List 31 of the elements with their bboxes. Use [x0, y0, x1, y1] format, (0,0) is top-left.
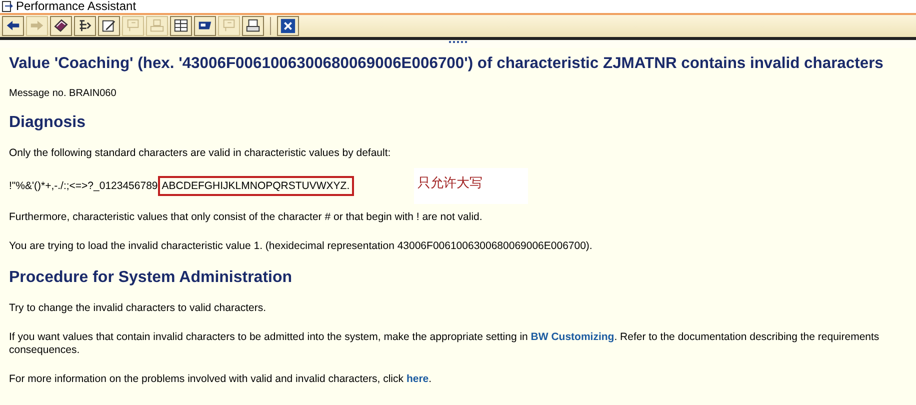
resize-grip-icon[interactable] — [448, 40, 468, 44]
paragraph: Only the following standard characters are valid in characteristic values by default: — [9, 147, 392, 160]
paragraph: For more information on the problems involved with valid and invalid characters, click here. — [9, 373, 433, 386]
table-icon — [173, 18, 189, 34]
highlighted-characters: ABCDEFGHIJKLMNOPQRSTUVWXYZ. — [158, 176, 354, 196]
stamp-icon — [149, 18, 165, 34]
tree-structure-button[interactable] — [74, 16, 96, 36]
character-list: !"%&'()*+,-./:;<=>?_0123456789 — [9, 180, 158, 192]
pencil-icon — [101, 18, 117, 34]
print-icon — [245, 18, 261, 34]
window-title: Performance Assistant — [16, 0, 136, 13]
message-number: Message no. BRAIN060 — [9, 88, 118, 99]
link[interactable]: BW Customizing — [530, 331, 614, 343]
close-button[interactable] — [277, 16, 299, 36]
table-button[interactable] — [170, 16, 192, 36]
pencil-button[interactable] — [98, 16, 120, 36]
paragraph: You are trying to load the invalid characteristic value 1. (hexidecimal representation 43006F0061006300680069006E006700). — [9, 240, 594, 253]
message-title: Value 'Coaching' (hex. '43006F0061006300680069006E006700') of characteristic ZJMATNR contains invalid characters — [9, 54, 884, 74]
back-arrow-button[interactable] — [2, 16, 24, 36]
paragraph: Furthermore, characteristic values that only consist of the character # or that begin with ! are not valid. — [9, 211, 484, 224]
print-button[interactable] — [242, 16, 264, 36]
section-heading: Procedure for System Administration — [9, 269, 294, 287]
paragraph: If you want values that contain invalid characters to be admitted into the system, make the appropriate setting in BW Customizing. Refer to the documentation describing the requirements consequences. — [9, 331, 880, 357]
close-icon — [280, 18, 296, 34]
note-icon — [221, 18, 237, 34]
note-icon — [125, 18, 141, 34]
tree-structure-icon — [77, 18, 93, 34]
link[interactable]: here — [406, 373, 429, 385]
paragraph: Try to change the invalid characters to valid characters. — [9, 302, 267, 315]
section-heading: Diagnosis — [9, 114, 86, 132]
annotation-note: 只允许大写 — [414, 168, 528, 204]
